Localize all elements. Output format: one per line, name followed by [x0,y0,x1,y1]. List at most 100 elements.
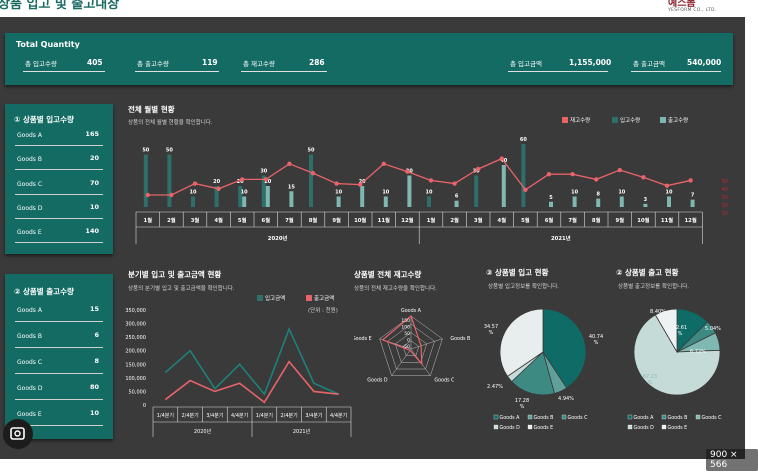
point-stock [476,166,481,172]
outbound-qty-heading: ② 상품별 출고수량 [14,287,74,296]
bar-label-outbound: 10 [666,190,673,196]
kpi-divider [508,71,608,72]
radar-tick-label: 50 [404,331,410,337]
kpi-divider [241,71,327,72]
legend-inbound-amount: 입고금액 [257,294,285,302]
inbound-row-label: Goods D [17,205,43,212]
pie-legend-label: Goods A [500,415,521,421]
monthly-chart: 5050102020103020155010201030106304060510… [135,137,728,244]
pie-legend-swatch [561,414,567,420]
kpi-label-outbound-amount: 총 출고금액 [633,60,665,68]
bar-label-outbound: 10 [618,190,625,196]
company-logo-subtitle: YESFORM CO., LTD. [668,8,717,13]
outbound-row-value: 80 [89,383,99,391]
x-tick-label: 3/4분기 [206,412,223,419]
inbound-qty-heading: ① 상품별 입고수량 [14,115,74,124]
bar-label-outbound: 10 [241,190,248,196]
pie-legend-swatch [695,414,701,420]
bar-inbound [474,175,479,207]
legend-stock: 재고수량 [562,116,590,124]
bar-label-outbound: 15 [288,184,295,190]
lens-search-icon[interactable] [3,419,33,449]
pie-data-label: 34.57% [484,324,498,336]
x-tick-label: 2/4분기 [281,412,298,419]
bar-outbound [667,196,671,207]
pie-legend-label: Goods C [568,415,589,421]
radar-tick-label: 150 [401,318,410,324]
pie-data-label-line: % [594,340,599,346]
x-tick-label: 5월 [521,216,530,224]
bar-inbound [309,154,313,207]
pie-outbound-subtitle: 상품별 출고정보를 확인합니다. [618,284,690,290]
pie-legend-label: Goods E [668,425,688,431]
point-stock [570,172,575,177]
total-quantity-banner: Total Quantity 총 입고수량 405 총 출고수량 119 총 재… [5,33,733,85]
radar-axis-label: Goods C [434,378,455,384]
kpi-value-stock-qty: 286 [309,58,325,67]
bar-inbound [167,154,172,207]
x-tick-label: 2월 [450,216,459,224]
point-stock [452,181,457,186]
x-tick-label: 4/4분기 [231,412,248,419]
x-tick-label: 12월 [684,216,696,224]
y-tick-label: 150,000 [125,362,146,368]
x-tick-label: 1/4분기 [157,412,174,419]
pie-legend-label: Goods C [702,415,723,421]
legend-inbound: 입고수량 [612,116,640,124]
row-divider [15,373,103,374]
pie-legend-swatch [493,414,499,420]
pie-inbound-subtitle: 상품별 입고정보를 확인합니다. [488,284,560,290]
radar-axis-label: Goods A [401,308,422,314]
bar-label-outbound: 10 [571,190,578,196]
right-axis-label: 40 [722,187,728,193]
bar-label-outbound: 5 [549,195,553,201]
x-tick-label: 10월 [354,216,366,224]
bar-outbound [242,196,247,207]
x-tick-label: 2/4분기 [182,412,199,419]
x-tick-label: 8월 [309,216,318,224]
kpi-label-stock-qty: 총 재고수량 [243,60,275,68]
right-axis-label: 20 [722,203,728,209]
row-divider [15,218,103,219]
right-axis-label: 50 [722,179,728,185]
point-stock [499,156,504,161]
bar-label-inbound: 50 [142,148,149,154]
legend-outbound: 출고수량 [660,116,688,124]
pie-data-label: 4.94% [558,396,574,402]
x-group-label: 2021년 [293,428,311,435]
bar-label-outbound: 7 [691,193,695,199]
legend-label-outbound-amount: 출고금액 [314,296,335,302]
bar-outbound [643,203,648,207]
point-stock [145,192,150,198]
pie-legend-swatch [527,424,533,430]
x-tick-label: 9월 [616,216,625,224]
pie-data-label: 2.47% [487,384,503,390]
row-divider [15,242,103,243]
x-tick-label: 8월 [592,216,601,224]
x-tick-label: 4월 [214,216,223,224]
outbound-row-label: Goods D [17,385,43,392]
legend-label-stock: 재고수량 [570,118,591,124]
kpi-label-outbound-qty: 총 출고수량 [137,60,169,68]
bar-label-inbound: 50 [166,148,173,154]
bar-inbound [521,144,526,207]
outbound-row-value: 15 [89,305,99,313]
y-tick-label: 200,000 [125,349,146,355]
legend-label-inbound: 입고수량 [620,118,641,124]
radar-chart-subtitle: 상품의 전체 재고수량을 확인합니다. [354,286,437,292]
x-tick-label: 11월 [378,216,390,224]
x-tick-label: 3월 [191,216,200,224]
outbound-row-label: Goods E [17,411,42,418]
x-group-label: 2021년 [551,234,571,242]
radar-tick-label: -50 [403,344,410,350]
x-tick-label: 2월 [167,216,176,224]
point-stock [688,178,693,183]
x-group-label: 2020년 [194,428,212,435]
kpi-value-outbound-amount: 540,000 [687,58,722,67]
bar-label-inbound: 60 [520,137,527,143]
pie-legend-label: Goods D [500,425,521,431]
line-inbound-amount [164,326,339,396]
pie-data-label-line: 6.72% [690,349,706,355]
kpi-label-inbound-amount: 총 입고금액 [510,60,542,68]
y-tick-label: 50,000 [129,389,147,395]
